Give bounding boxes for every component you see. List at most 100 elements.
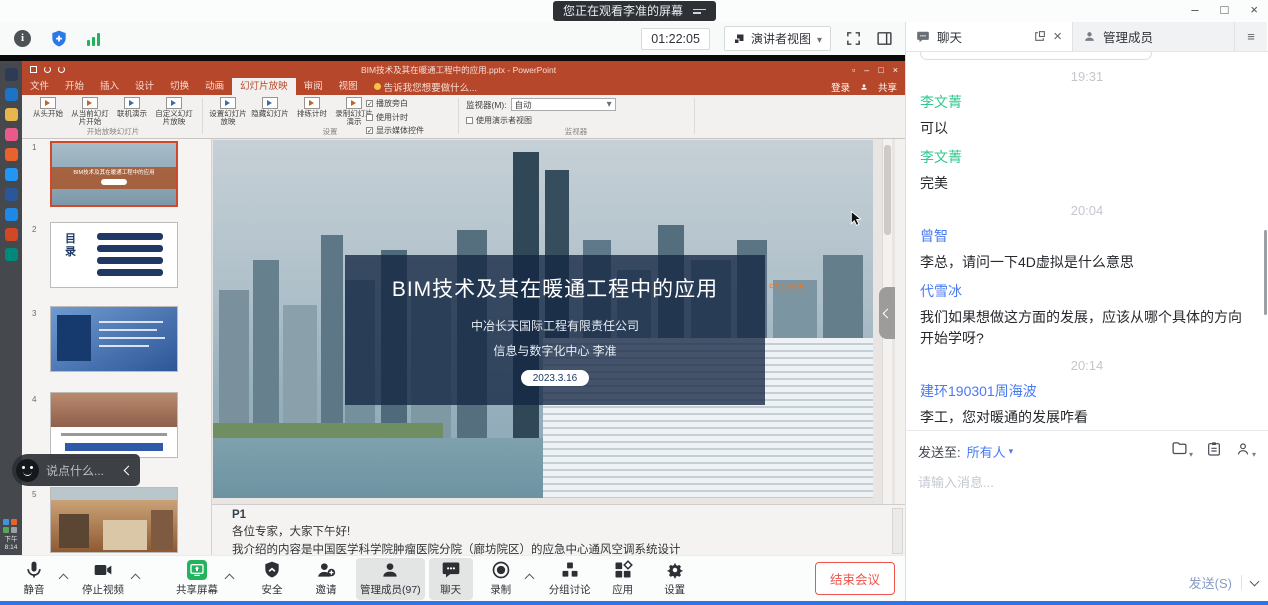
chat-sender-name[interactable]: 建环190301周海波 [920,381,1254,401]
undo-icon[interactable] [44,66,51,73]
message-input[interactable]: 请输入消息... [906,462,1268,501]
settings-button[interactable]: 设置 [653,558,697,600]
end-meeting-button[interactable]: 结束会议 [815,562,895,595]
use-presenter-view-checkbox[interactable]: 使用演示者视图 [466,115,686,126]
view-mode-button[interactable]: 演讲者视图 [724,26,831,51]
slide-thumbnail-3[interactable] [50,306,178,372]
chat-sender-name[interactable]: 李文菁 [920,147,1254,167]
ppt-tab-file[interactable]: 文件 [22,78,57,95]
smiley-icon[interactable] [16,459,39,482]
breakout-blocks-icon [560,560,580,580]
ppt-sign-in-button[interactable]: 登录 [831,80,850,94]
from-current-slide-button[interactable]: 从当前幻灯片开始 [70,97,110,126]
save-icon[interactable] [30,66,37,73]
taskbar-icon[interactable] [5,188,18,201]
invite-button[interactable]: 邀请 [304,558,348,600]
present-online-button[interactable]: 联机演示 [112,97,152,126]
say-something-placeholder[interactable]: 说点什么... [46,462,125,479]
panel-menu-icon[interactable]: ≡ [1235,22,1267,51]
redo-icon[interactable] [58,66,65,73]
share-screen-button[interactable]: 共享屏幕 [172,558,222,600]
tab-members[interactable]: 管理成员 [1072,22,1235,51]
close-chat-icon[interactable]: × [1053,29,1062,44]
chat-sender-name[interactable]: 代雪冰 [920,281,1254,301]
recipient-person-icon[interactable] [1235,441,1256,462]
taskbar-icon[interactable] [5,128,18,141]
apps-button[interactable]: 应用 [601,558,645,600]
notes-scrollbar[interactable] [892,508,903,554]
meeting-info-icon[interactable]: i [14,30,31,47]
slide-thumbnail-1[interactable]: BIM技术及其在暖通工程中的应用 [50,141,178,207]
chat-scrollbar[interactable] [1264,230,1267,315]
chat-sender-name[interactable]: 李文菁 [920,92,1254,112]
slide-thumbnail-5[interactable] [50,487,178,553]
ppt-tab-design[interactable]: 设计 [127,78,162,95]
video-options-caret[interactable] [128,558,142,600]
setup-slideshow-button[interactable]: 设置幻灯片放映 [208,97,248,126]
ppt-tab-view[interactable]: 视图 [331,78,366,95]
chat-message-list[interactable]: 19:31 李文菁 可以 李文菁 完美 20:04 曾智 李总，请问一下4D虚拟… [906,52,1268,430]
chat-sender-name[interactable]: 曾智 [920,226,1254,246]
ppt-tell-me-box[interactable]: 告诉我您想要做什么... [366,78,485,95]
tab-chat[interactable]: 聊天 × [906,22,1072,51]
ppt-tab-transitions[interactable]: 切换 [162,78,197,95]
record-options-caret[interactable] [523,558,537,600]
ppt-tab-home[interactable]: 开始 [57,78,92,95]
ppt-close-button[interactable]: × [893,65,898,75]
network-signal-icon[interactable] [87,32,100,46]
hide-slide-button[interactable]: 隐藏幻灯片 [250,97,290,126]
taskbar-icon[interactable] [5,148,18,161]
send-options-caret-icon[interactable] [1250,576,1260,586]
meeting-top-toolbar: i 01:22:05 演讲者视图 [0,22,905,55]
mute-button[interactable]: 静音 [12,558,56,600]
taskbar-tray-icons[interactable] [3,519,19,533]
popout-icon[interactable] [1033,30,1046,43]
custom-slideshow-button[interactable]: 自定义幻灯片放映 [154,97,194,126]
stop-video-button[interactable]: 停止视频 [78,558,128,600]
fullscreen-icon[interactable] [845,30,862,47]
play-narrations-checkbox[interactable]: ✓播放旁白 [366,98,424,109]
collapse-panel-handle[interactable] [879,287,895,339]
layout-switch-icon[interactable] [876,30,893,47]
collapse-arrow-icon[interactable] [124,465,134,475]
ppt-minimize-button[interactable]: – [864,65,869,75]
chat-button[interactable]: 聊天 [429,558,473,600]
window-minimize-button[interactable]: – [1191,0,1198,20]
announcement-icon[interactable] [1206,441,1222,462]
ppt-maximize-button[interactable]: □ [878,65,883,75]
banner-menu-icon[interactable] [693,7,706,16]
members-button[interactable]: 管理成员(97) [356,558,425,600]
slide-thumbnail-4[interactable] [50,392,178,458]
slide-thumbnail-2[interactable]: 目录 [50,222,178,288]
ppt-share-button[interactable]: 共享 [878,80,897,94]
taskbar-icon[interactable] [5,88,18,101]
taskbar-icon[interactable] [5,248,18,261]
mute-options-caret[interactable] [56,558,70,600]
taskbar-icon[interactable] [5,108,18,121]
send-button[interactable]: 发送(S) [1189,573,1232,592]
rehearse-timings-button[interactable]: 排练计时 [292,97,332,126]
taskbar-icon[interactable] [5,228,18,241]
record-button[interactable]: 录制 [479,558,523,600]
ppt-tab-insert[interactable]: 插入 [92,78,127,95]
taskbar-icon[interactable] [5,208,18,221]
folder-icon[interactable] [1171,440,1193,462]
security-button[interactable]: 安全 [250,558,294,600]
window-close-button[interactable]: × [1250,0,1258,20]
from-beginning-button[interactable]: 从头开始 [28,97,68,126]
notes-pane[interactable]: P1 各位专家，大家下午好! 我介绍的内容是中国医学科学院肿瘤医院分院（廊坊院区… [212,504,905,555]
monitor-select[interactable]: 自动 [511,98,616,111]
taskbar-icon[interactable] [5,168,18,181]
window-maximize-button[interactable]: □ [1221,0,1229,20]
share-options-caret[interactable] [222,558,236,600]
ppt-tab-review[interactable]: 审阅 [296,78,331,95]
breakout-button[interactable]: 分组讨论 [545,558,595,600]
use-timings-checkbox[interactable]: 使用计时 [366,112,424,123]
ppt-tab-slideshow[interactable]: 幻灯片放映 [232,78,296,95]
meeting-security-shield-icon[interactable] [49,29,69,49]
send-to-selector[interactable]: 所有人 [967,442,1014,461]
say-something-bubble[interactable]: 说点什么... [12,454,140,486]
taskbar-icon[interactable] [5,68,18,81]
ppt-ribbon-display-icon[interactable]: ▫ [852,65,855,75]
ppt-tab-animations[interactable]: 动画 [197,78,232,95]
